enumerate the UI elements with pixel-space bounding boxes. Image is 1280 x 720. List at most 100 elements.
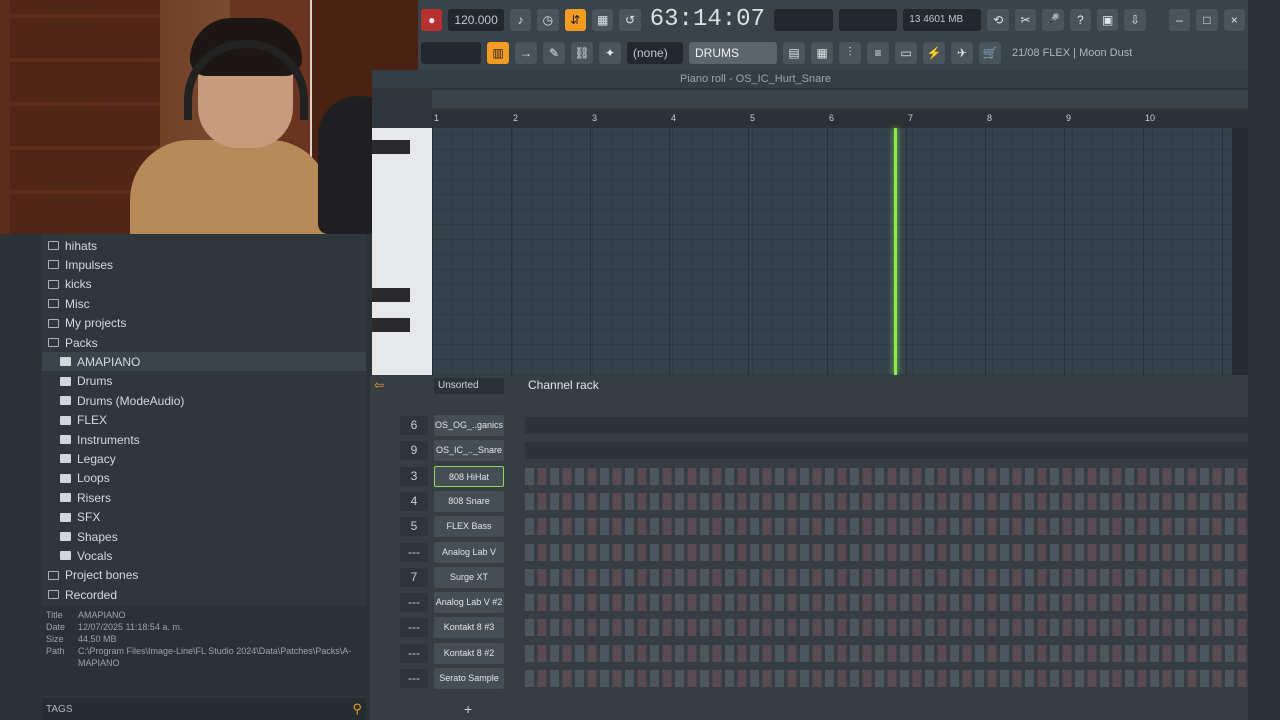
cut-icon[interactable]: ✂	[1014, 8, 1037, 31]
pen-icon[interactable]: ✎	[543, 41, 565, 64]
channel-mixer-track[interactable]: 6	[400, 416, 428, 435]
channel-mixer-track[interactable]: ---	[400, 542, 428, 562]
browser-item[interactable]: Misc	[42, 294, 366, 313]
channel-step-sequencer[interactable]	[525, 518, 1248, 536]
browser-item[interactable]: SFX	[42, 508, 366, 527]
browser-item[interactable]: Project bones	[42, 566, 366, 585]
playlist-icon[interactable]: ▤	[783, 41, 805, 64]
blend-button[interactable]: ⇵	[564, 8, 586, 31]
channel-step-sequencer[interactable]	[525, 670, 1248, 687]
channel-mixer-track[interactable]: 7	[400, 567, 428, 587]
loop-record-icon[interactable]: ↺	[619, 8, 641, 31]
channel-row[interactable]: 6 OS_OG_..ganics	[370, 413, 1248, 438]
piano-black-key[interactable]	[372, 288, 410, 302]
browser-item[interactable]: Impulses	[42, 255, 366, 274]
piano-roll-ruler[interactable]: 1 2 3 4 5 6 7 8 9 10	[432, 110, 1248, 128]
piano-roll-overview-scrollbar[interactable]	[432, 90, 1248, 108]
browser-item[interactable]: Vocals	[42, 546, 366, 565]
add-channel-button[interactable]: +	[464, 701, 472, 717]
browser-item[interactable]: FLEX	[42, 411, 366, 430]
mic-icon[interactable]: 🎤	[1042, 8, 1064, 31]
help-icon[interactable]: ?	[1069, 8, 1091, 31]
record-button[interactable]: ●	[421, 8, 443, 31]
channel-pattern-preview[interactable]	[525, 442, 1248, 460]
pattern-name[interactable]: DRUMS	[689, 41, 777, 64]
snap-icon[interactable]: ▥	[487, 41, 509, 64]
channel-row[interactable]: --- Analog Lab V #2	[370, 590, 1248, 615]
link-icon[interactable]: ⛓	[571, 41, 593, 64]
save-icon[interactable]: ▣	[1096, 8, 1119, 31]
step-edit-icon[interactable]: ▦	[591, 8, 614, 31]
channel-step-sequencer[interactable]	[525, 568, 1248, 586]
piano-black-key[interactable]	[372, 318, 410, 332]
mixer-icon[interactable]: ⫶	[839, 41, 861, 64]
channel-row[interactable]: --- Kontakt 8 #3	[370, 615, 1248, 640]
channel-step-sequencer[interactable]	[525, 543, 1248, 561]
channel-step-sequencer[interactable]	[525, 594, 1248, 612]
channel-mixer-track[interactable]: 4	[400, 491, 428, 511]
metronome-icon[interactable]: ♪	[509, 8, 532, 31]
piano-roll-vertical-scrollbar[interactable]	[1232, 128, 1248, 375]
maximize-icon[interactable]: □	[1196, 8, 1218, 31]
tools-icon[interactable]: ✈	[951, 41, 973, 64]
browser-item[interactable]: Loops	[42, 469, 366, 488]
channel-mixer-track[interactable]: 5	[400, 517, 428, 537]
browser-icon[interactable]: ▭	[895, 41, 917, 64]
browser-item[interactable]: Instruments	[42, 430, 366, 449]
search-icon[interactable]: ⚲	[352, 701, 362, 717]
browser-item[interactable]: Recorded	[42, 585, 366, 604]
channel-row[interactable]: 7 Surge XT	[370, 565, 1248, 590]
channel-rack-icon[interactable]: ≡	[867, 41, 889, 64]
close-icon[interactable]: ×	[1223, 8, 1245, 31]
channel-name-button[interactable]: Analog Lab V	[434, 541, 504, 563]
stamp-icon[interactable]: ✦	[599, 41, 621, 64]
piano-roll-note-grid[interactable]	[432, 128, 1232, 375]
browser-item[interactable]: AMAPIANO	[42, 352, 366, 372]
channel-name-button[interactable]: Surge XT	[434, 566, 504, 588]
channel-mixer-track[interactable]: ---	[400, 618, 428, 638]
channel-mixer-track[interactable]: ---	[400, 669, 428, 688]
arrow-icon[interactable]: →	[515, 41, 537, 64]
channel-row[interactable]: 4 808 Snare	[370, 489, 1248, 514]
channel-step-sequencer[interactable]	[525, 619, 1248, 637]
channel-step-sequencer[interactable]	[525, 644, 1248, 662]
channel-filter[interactable]: Unsorted	[434, 378, 504, 394]
browser-item[interactable]: Risers	[42, 488, 366, 507]
playhead-marker[interactable]	[894, 128, 897, 375]
browser-item[interactable]: Shapes	[42, 527, 366, 546]
channel-row[interactable]: --- Analog Lab V	[370, 540, 1248, 565]
tags-bar[interactable]: TAGS ⚲	[42, 698, 366, 720]
channel-row[interactable]: --- Serato Sample	[370, 666, 1248, 691]
undo-icon[interactable]: ⟲	[987, 8, 1009, 31]
channel-row[interactable]: 3 808 HiHat	[370, 464, 1248, 489]
tempo-display[interactable]: 120.000	[448, 8, 504, 31]
browser-item[interactable]: Legacy	[42, 449, 366, 468]
channel-mixer-track[interactable]: 9	[400, 441, 428, 461]
channel-step-sequencer[interactable]	[525, 492, 1248, 510]
channel-step-sequencer[interactable]	[525, 467, 1248, 485]
channel-mixer-track[interactable]: ---	[400, 643, 428, 663]
channel-row[interactable]: 5 FLEX Bass	[370, 514, 1248, 539]
channel-name-button[interactable]: Serato Sample	[434, 668, 504, 689]
piano-roll-icon[interactable]: ▦	[811, 41, 833, 64]
piano-black-key[interactable]	[372, 140, 410, 154]
channel-row[interactable]: 9 OS_IC_.._Snare	[370, 438, 1248, 463]
channel-row[interactable]: --- Kontakt 8 #2	[370, 641, 1248, 666]
browser-item[interactable]: kicks	[42, 275, 366, 294]
channel-name-button[interactable]: Analog Lab V #2	[434, 592, 504, 614]
channel-name-button[interactable]: FLEX Bass	[434, 516, 504, 538]
channel-name-button[interactable]: 808 HiHat	[434, 465, 504, 487]
rack-options-icon[interactable]: ⇦	[374, 378, 384, 392]
browser-item[interactable]: Drums (ModeAudio)	[42, 391, 366, 410]
pattern-selector[interactable]: (none)	[627, 41, 683, 64]
channel-name-button[interactable]: Kontakt 8 #3	[434, 617, 504, 639]
channel-name-button[interactable]: OS_OG_..ganics	[434, 415, 504, 436]
master-volume-slider[interactable]	[421, 41, 481, 64]
channel-mixer-track[interactable]: 3	[400, 466, 428, 486]
minimize-icon[interactable]: –	[1168, 8, 1191, 31]
browser-item[interactable]: Drums	[42, 372, 366, 391]
piano-keyboard[interactable]	[372, 128, 432, 390]
channel-pattern-preview[interactable]	[525, 417, 1248, 434]
browser-item[interactable]: Packs	[42, 333, 366, 352]
browser-item[interactable]: My projects	[42, 314, 366, 333]
